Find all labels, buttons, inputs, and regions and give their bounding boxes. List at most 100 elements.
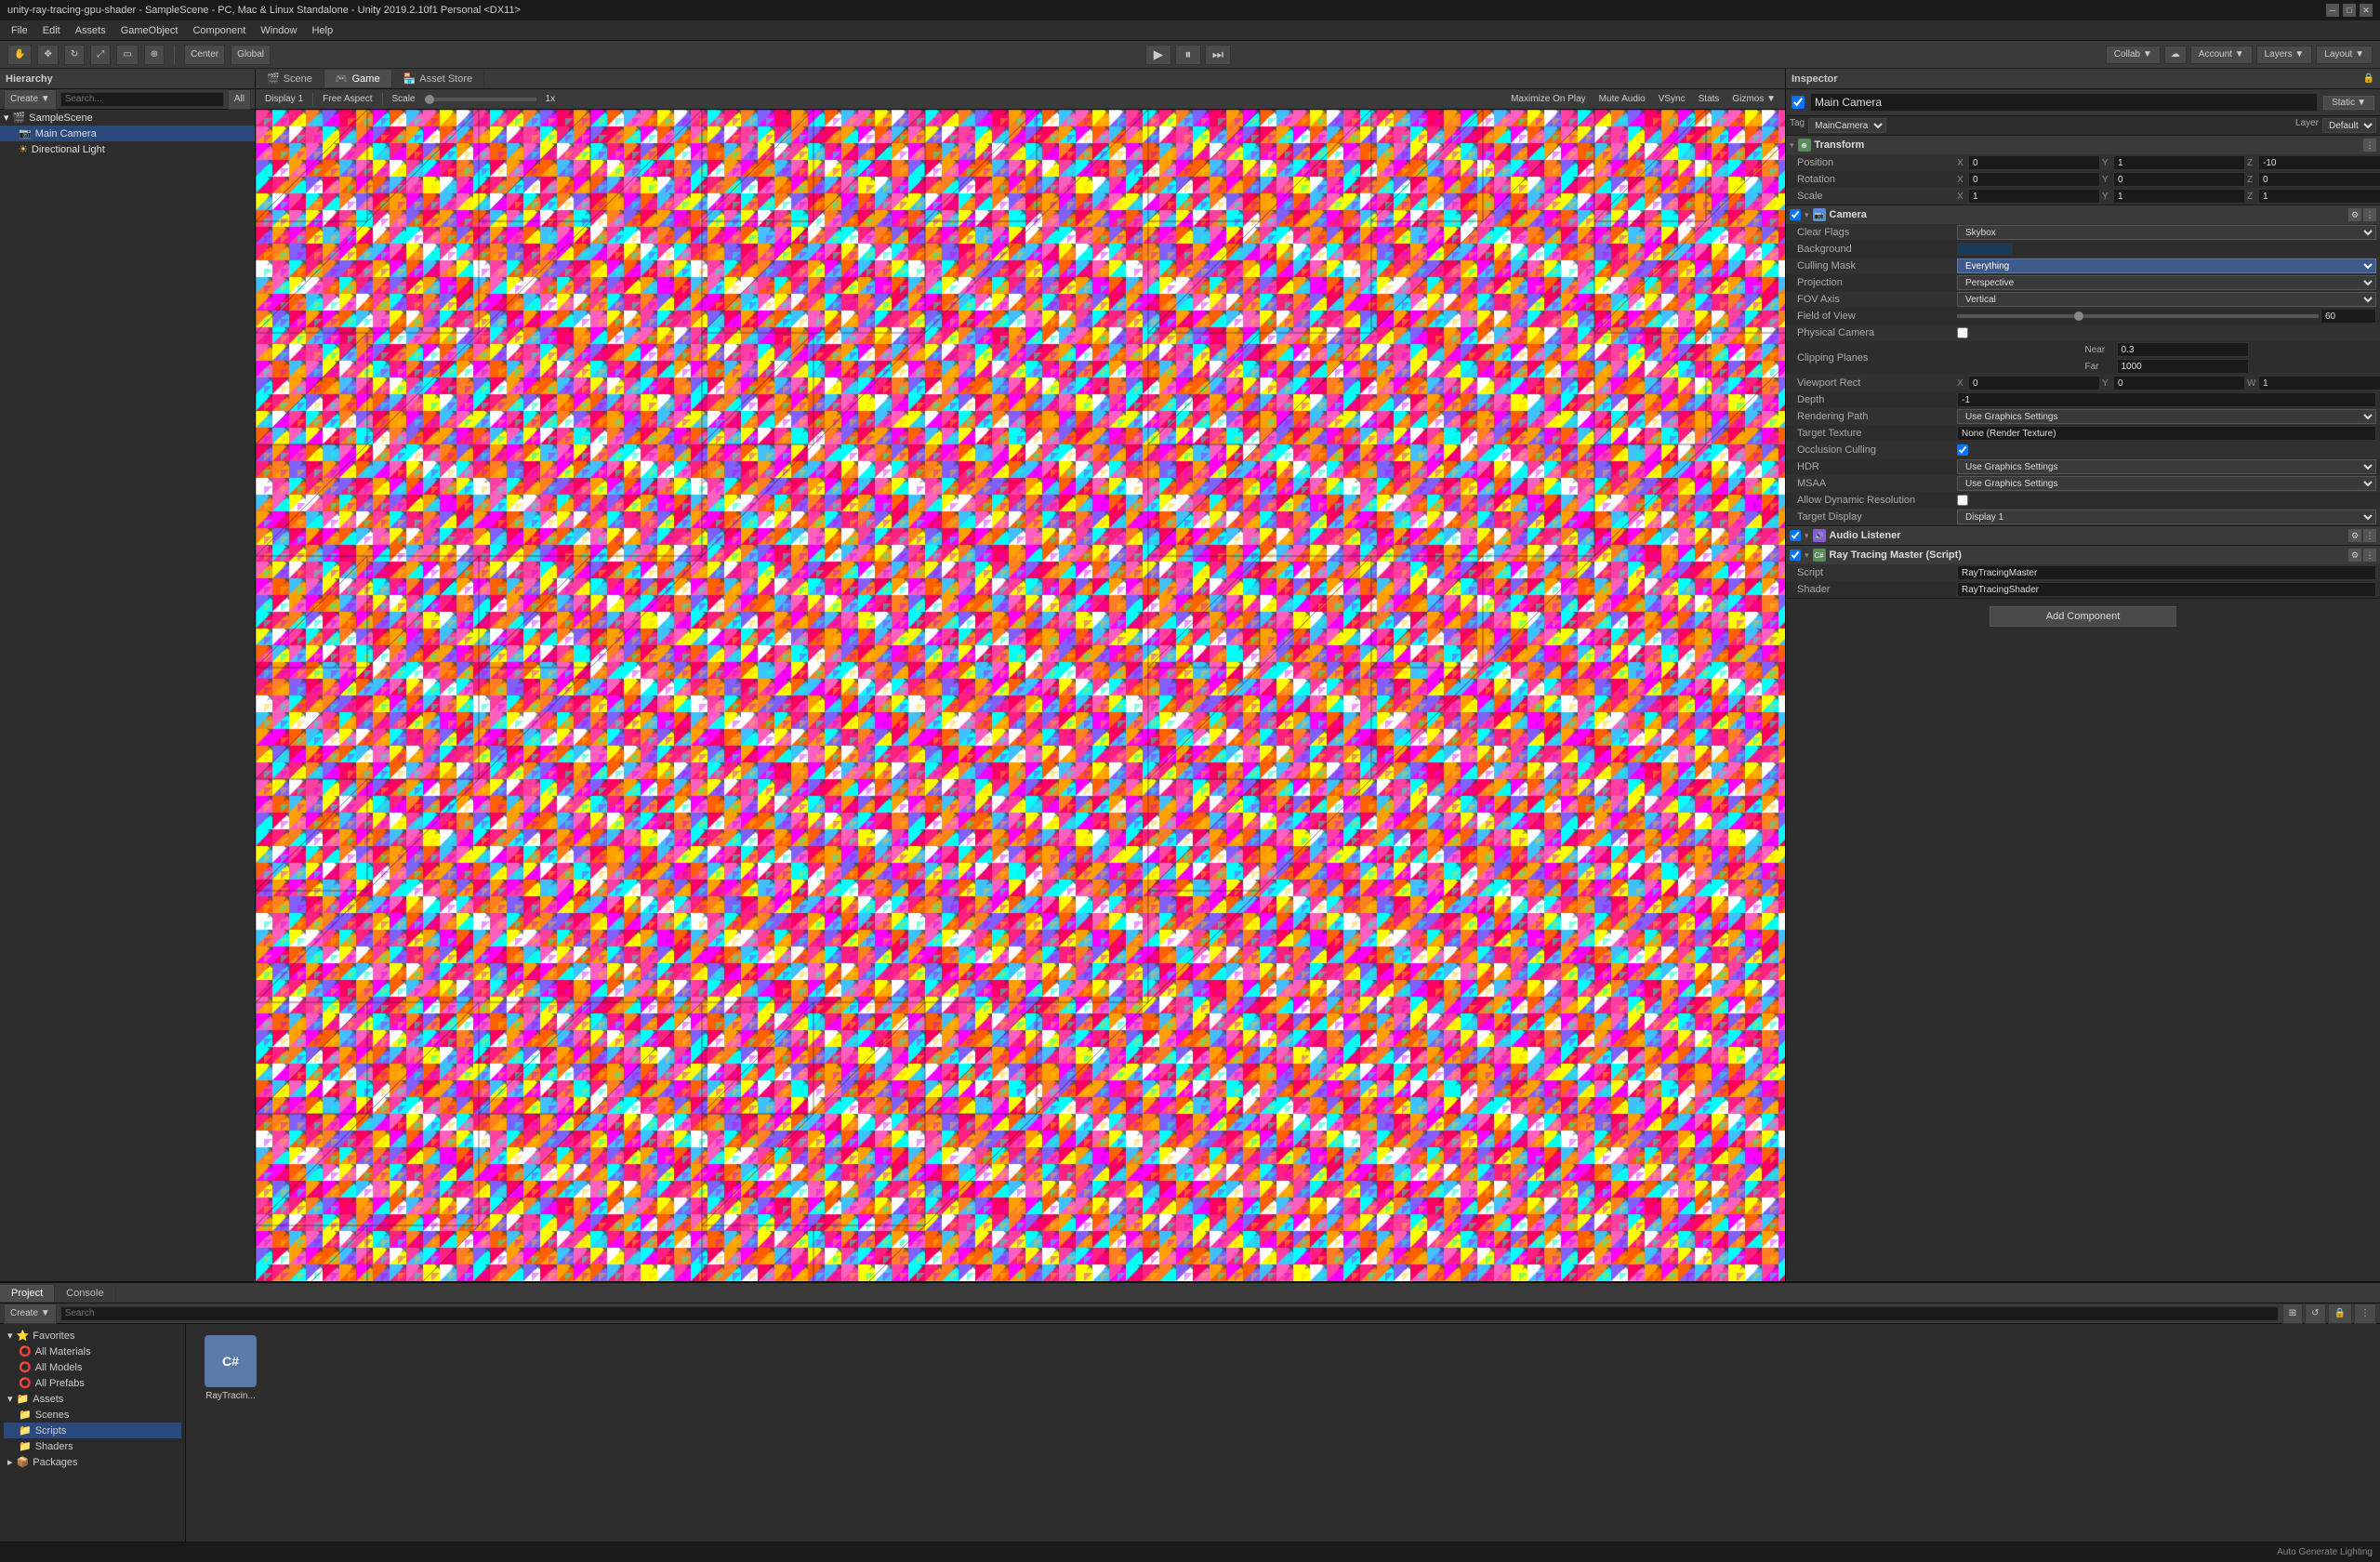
shader-input[interactable]	[1957, 582, 2376, 597]
object-name-input[interactable]	[1810, 93, 2318, 112]
transform-tool[interactable]: ⊕	[144, 45, 165, 65]
tab-scene[interactable]: 🎬 Scene	[256, 70, 324, 87]
camera-settings-btn[interactable]: ⚙	[2348, 208, 2361, 221]
pos-z-input[interactable]	[2258, 155, 2380, 170]
ray-menu-btn[interactable]: ⋮	[2363, 549, 2376, 562]
occlusion-culling-checkbox[interactable]	[1957, 444, 1968, 456]
clear-flags-select[interactable]: Skybox	[1957, 225, 2376, 240]
step-button[interactable]: ⏭	[1205, 45, 1231, 65]
hierarchy-main-camera[interactable]: 📷 Main Camera	[0, 126, 255, 141]
menu-gameobject[interactable]: GameObject	[113, 23, 186, 38]
project-lock-btn[interactable]: 🔒	[2328, 1304, 2352, 1324]
camera-menu-btn[interactable]: ⋮	[2363, 208, 2376, 221]
pause-button[interactable]: ⏸	[1175, 45, 1201, 65]
assets-folder[interactable]: ▾ 📁 Assets	[4, 1391, 181, 1407]
rect-tool[interactable]: ▭	[116, 45, 138, 65]
audio-settings-btn[interactable]: ⚙	[2348, 529, 2361, 542]
play-button[interactable]: ▶	[1145, 45, 1171, 65]
rot-x-input[interactable]	[1968, 172, 2100, 187]
transform-menu-btn[interactable]: ⋮	[2363, 139, 2376, 152]
scale-slider[interactable]	[425, 98, 536, 101]
project-view-btn[interactable]: ⊞	[2282, 1304, 2303, 1324]
tab-project[interactable]: Project	[0, 1285, 55, 1302]
hdr-select[interactable]: Use Graphics Settings	[1957, 459, 2376, 474]
transform-title-bar[interactable]: ▾ ⊕ Transform ⋮	[1786, 136, 2380, 154]
gizmos-select[interactable]: Gizmos ▼	[1728, 94, 1779, 104]
fov-input[interactable]	[2320, 309, 2376, 324]
pos-y-input[interactable]	[2113, 155, 2245, 170]
allow-dynamic-checkbox[interactable]	[1957, 495, 1968, 506]
depth-input[interactable]	[1957, 392, 2376, 407]
fov-slider[interactable]	[1957, 314, 2319, 318]
scale-x-input[interactable]	[1968, 189, 2100, 204]
hierarchy-scene[interactable]: ▾ 🎬 SampleScene	[0, 110, 255, 126]
menu-component[interactable]: Component	[185, 23, 253, 38]
menu-assets[interactable]: Assets	[68, 23, 113, 38]
fov-axis-select[interactable]: Vertical	[1957, 292, 2376, 307]
audio-listener-enabled-checkbox[interactable]	[1790, 530, 1801, 541]
vsync-toggle[interactable]: VSync	[1655, 94, 1689, 104]
mute-toggle[interactable]: Mute Audio	[1595, 94, 1649, 104]
project-search[interactable]	[60, 1306, 2279, 1321]
layers-button[interactable]: Layers ▼	[2256, 46, 2313, 64]
file-raytracing[interactable]: C# RayTracin...	[193, 1331, 268, 1405]
far-input[interactable]	[2117, 359, 2249, 374]
culling-mask-select[interactable]: Everything	[1957, 258, 2376, 273]
hierarchy-create[interactable]: Create ▼	[4, 89, 57, 110]
tag-select[interactable]: MainCamera	[1808, 118, 1886, 133]
inspector-lock[interactable]: 🔒	[2363, 73, 2374, 84]
audio-menu-btn[interactable]: ⋮	[2363, 529, 2376, 542]
static-toggle[interactable]: Static ▼	[2323, 96, 2374, 110]
all-prefabs-folder[interactable]: ⭕ All Prefabs	[4, 1375, 181, 1391]
menu-help[interactable]: Help	[304, 23, 340, 38]
vp-x-input[interactable]	[1968, 376, 2100, 390]
near-input[interactable]	[2117, 342, 2249, 357]
menu-file[interactable]: File	[4, 23, 35, 38]
hierarchy-directional-light[interactable]: ☀ Directional Light	[0, 141, 255, 157]
menu-window[interactable]: Window	[253, 23, 304, 38]
camera-title-bar[interactable]: ▾ 📷 Camera ⚙ ⋮	[1786, 205, 2380, 224]
tab-asset-store[interactable]: 🏪 Asset Store	[392, 70, 485, 87]
close-button[interactable]: ✕	[2360, 4, 2373, 17]
target-texture-input[interactable]	[1957, 426, 2376, 441]
hand-tool[interactable]: ✋	[7, 45, 32, 65]
center-button[interactable]: Center	[184, 45, 225, 65]
rotate-tool[interactable]: ↻	[64, 45, 85, 65]
hierarchy-search[interactable]	[60, 92, 224, 107]
script-input[interactable]	[1957, 565, 2376, 580]
scale-tool[interactable]: ⤢	[90, 45, 111, 65]
all-materials-folder[interactable]: ⭕ All Materials	[4, 1344, 181, 1359]
vp-y-input[interactable]	[2113, 376, 2245, 390]
ray-settings-btn[interactable]: ⚙	[2348, 549, 2361, 562]
projection-select[interactable]: Perspective	[1957, 275, 2376, 290]
rot-z-input[interactable]	[2258, 172, 2380, 187]
auto-generate-lighting[interactable]: Auto Generate Lighting	[2277, 1547, 2373, 1557]
physical-camera-checkbox[interactable]	[1957, 327, 1968, 338]
scale-z-input[interactable]	[2258, 189, 2380, 204]
object-active-checkbox[interactable]	[1792, 96, 1805, 109]
global-button[interactable]: Global	[231, 45, 271, 65]
move-tool[interactable]: ✥	[37, 45, 58, 65]
minimize-button[interactable]: ─	[2326, 4, 2339, 17]
project-more-btn[interactable]: ⋮	[2354, 1304, 2376, 1324]
packages-folder[interactable]: ▸ 📦 Packages	[4, 1454, 181, 1470]
ray-tracing-enabled-checkbox[interactable]	[1790, 549, 1801, 561]
favorites-folder[interactable]: ▾ ⭐ Favorites	[4, 1328, 181, 1344]
project-refresh-btn[interactable]: ↺	[2305, 1304, 2325, 1324]
layer-select[interactable]: Default	[2322, 118, 2376, 133]
stats-toggle[interactable]: Stats	[1695, 94, 1724, 104]
maximize-button[interactable]: □	[2343, 4, 2356, 17]
maximize-toggle[interactable]: Maximize On Play	[1507, 94, 1590, 104]
scale-y-input[interactable]	[2113, 189, 2245, 204]
account-button[interactable]: Account ▼	[2190, 46, 2253, 64]
msaa-select[interactable]: Use Graphics Settings	[1957, 476, 2376, 491]
cloud-button[interactable]: ☁	[2164, 46, 2187, 64]
aspect-select[interactable]: Free Aspect	[319, 94, 376, 104]
layout-button[interactable]: Layout ▼	[2316, 46, 2373, 64]
camera-enabled-checkbox[interactable]	[1790, 209, 1801, 220]
add-component-button[interactable]: Add Component	[1990, 606, 2177, 627]
tab-game[interactable]: 🎮 Game	[324, 70, 392, 87]
display-select[interactable]: Display 1	[261, 94, 307, 104]
tab-console[interactable]: Console	[55, 1285, 115, 1302]
pos-x-input[interactable]	[1968, 155, 2100, 170]
